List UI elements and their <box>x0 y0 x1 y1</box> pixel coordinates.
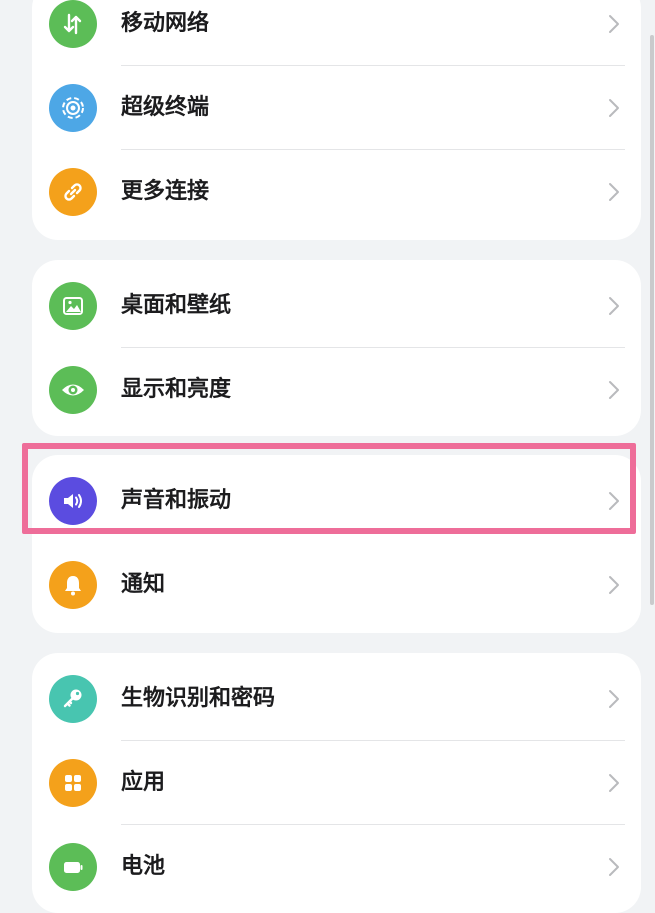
super-device-icon <box>49 84 97 132</box>
settings-item-label: 桌面和壁纸 <box>121 293 232 318</box>
settings-item-more-connections[interactable]: 更多连接 <box>32 150 641 234</box>
settings-item-label: 生物识别和密码 <box>121 686 276 711</box>
settings-item-label: 电池 <box>121 854 166 879</box>
chevron-right-icon <box>609 576 619 594</box>
settings-item-battery[interactable]: 电池 <box>32 825 641 909</box>
settings-item-sound-vibration[interactable]: 声音和振动 <box>32 459 641 543</box>
apps-icon <box>49 759 97 807</box>
chevron-right-icon <box>609 690 619 708</box>
settings-item-display-brightness[interactable]: 显示和亮度 <box>32 348 641 432</box>
settings-item-label: 通知 <box>121 572 166 597</box>
settings-group-security-apps: 生物识别和密码 应用 电池 <box>32 653 641 913</box>
chevron-right-icon <box>609 297 619 315</box>
chevron-right-icon <box>609 774 619 792</box>
settings-item-mobile-network[interactable]: 移动网络 <box>32 0 641 66</box>
settings-item-label: 应用 <box>121 770 166 795</box>
chevron-right-icon <box>609 183 619 201</box>
chevron-right-icon <box>609 381 619 399</box>
settings-item-label: 移动网络 <box>121 11 210 36</box>
settings-item-label: 声音和振动 <box>121 488 232 513</box>
key-icon <box>49 675 97 723</box>
settings-item-desktop-wallpaper[interactable]: 桌面和壁纸 <box>32 264 641 348</box>
settings-group-sound-notifications: 声音和振动 通知 <box>32 455 641 633</box>
chevron-right-icon <box>609 99 619 117</box>
settings-group-connectivity: 移动网络 超级终端 更多连接 <box>32 0 641 240</box>
eye-icon <box>49 366 97 414</box>
scrollbar[interactable] <box>650 35 654 605</box>
battery-icon <box>49 843 97 891</box>
settings-item-biometrics-password[interactable]: 生物识别和密码 <box>32 657 641 741</box>
settings-item-label: 超级终端 <box>121 95 210 120</box>
chevron-right-icon <box>609 15 619 33</box>
settings-item-super-device[interactable]: 超级终端 <box>32 66 641 150</box>
bell-icon <box>49 561 97 609</box>
link-icon <box>49 168 97 216</box>
chevron-right-icon <box>609 858 619 876</box>
speaker-icon <box>49 477 97 525</box>
settings-item-apps[interactable]: 应用 <box>32 741 641 825</box>
chevron-right-icon <box>609 492 619 510</box>
settings-item-notifications[interactable]: 通知 <box>32 543 641 627</box>
settings-item-label: 更多连接 <box>121 179 210 204</box>
settings-group-display: 桌面和壁纸 显示和亮度 <box>32 260 641 436</box>
mobile-data-icon <box>49 0 97 48</box>
settings-item-label: 显示和亮度 <box>121 377 232 402</box>
wallpaper-icon <box>49 282 97 330</box>
